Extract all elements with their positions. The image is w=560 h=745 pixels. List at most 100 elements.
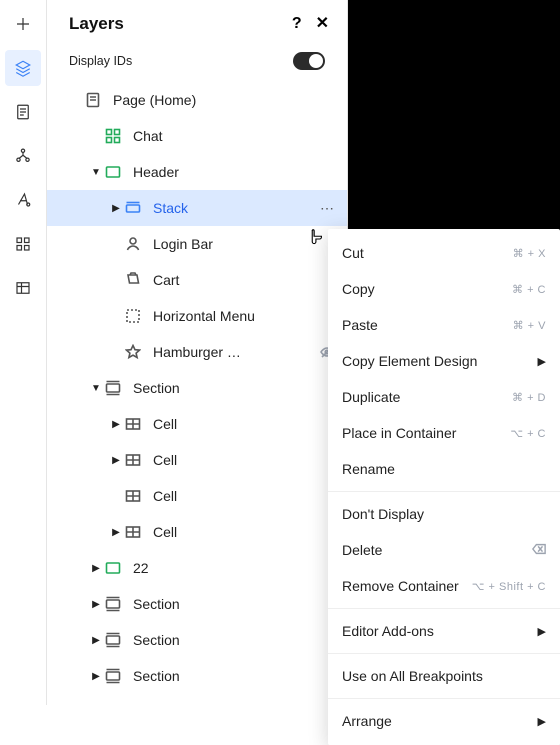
display-ids-toggle[interactable] xyxy=(293,52,325,70)
stack-icon xyxy=(125,200,141,216)
tree-label: Cell xyxy=(153,524,335,540)
tree-label: Login Bar xyxy=(153,236,335,252)
tree-row-section-3[interactable]: ▶ Section xyxy=(47,622,347,658)
tree-row-login-bar[interactable]: Login Bar xyxy=(47,226,347,262)
tree-row-cell-2[interactable]: ▶ Cell xyxy=(47,442,347,478)
panel-title: Layers xyxy=(69,14,124,34)
ctx-label: Paste xyxy=(342,317,378,333)
section-icon xyxy=(105,632,121,648)
tree-label: Cell xyxy=(153,416,335,432)
ctx-label: Delete xyxy=(342,542,382,558)
separator xyxy=(328,698,560,699)
expander[interactable]: ▶ xyxy=(89,563,103,574)
ctx-shortcut: ⌥ + Shift + C xyxy=(472,580,546,593)
separator xyxy=(328,653,560,654)
tree-row-22[interactable]: ▶ 22 xyxy=(47,550,347,586)
help-icon[interactable]: ? xyxy=(292,15,302,33)
display-ids-row: Display IDs xyxy=(47,44,347,78)
container-icon xyxy=(105,560,121,576)
connections-icon[interactable] xyxy=(5,138,41,174)
separator xyxy=(328,608,560,609)
apps-icon[interactable] xyxy=(5,226,41,262)
tree-row-hamburger[interactable]: Hamburger … xyxy=(47,334,347,370)
ctx-paste[interactable]: Paste ⌘ + V xyxy=(328,307,560,343)
ctx-duplicate[interactable]: Duplicate ⌘ + D xyxy=(328,379,560,415)
expander[interactable]: ▼ xyxy=(89,383,103,394)
expander[interactable]: ▶ xyxy=(109,527,123,538)
expander[interactable]: ▶ xyxy=(89,635,103,646)
expander[interactable]: ▼ xyxy=(89,167,103,178)
chevron-right-icon: ▶ xyxy=(538,625,546,638)
ctx-shortcut: ⌘ + D xyxy=(512,391,546,404)
tree-label: Section xyxy=(133,632,335,648)
ctx-label: Copy Element Design xyxy=(342,353,477,369)
tree-row-cell-4[interactable]: ▶ Cell xyxy=(47,514,347,550)
ctx-shortcut: ⌘ + X xyxy=(513,247,546,260)
tree-row-section-4[interactable]: ▶ Section xyxy=(47,658,347,694)
panel-header: Layers ? ✕ xyxy=(47,0,347,44)
tree-label: Cell xyxy=(153,488,335,504)
layers-panel: Layers ? ✕ Display IDs Page (Home) xyxy=(47,0,348,705)
tree-row-chat[interactable]: Chat xyxy=(47,118,347,154)
widget-icon xyxy=(105,128,121,144)
left-toolbar xyxy=(0,0,47,705)
row-actions-icon[interactable]: ⋯ xyxy=(320,200,335,217)
ctx-copy-design[interactable]: Copy Element Design ▶ xyxy=(328,343,560,379)
ctx-label: Remove Container xyxy=(342,578,459,594)
section-icon xyxy=(105,596,121,612)
tree-label: Page (Home) xyxy=(113,92,335,108)
expander[interactable]: ▶ xyxy=(109,419,123,430)
add-element-icon[interactable] xyxy=(5,6,41,42)
ctx-remove-container[interactable]: Remove Container ⌥ + Shift + C xyxy=(328,568,560,604)
ctx-rename[interactable]: Rename xyxy=(328,451,560,487)
ctx-delete[interactable]: Delete xyxy=(328,532,560,568)
ctx-editor-addons[interactable]: Editor Add-ons ▶ xyxy=(328,613,560,649)
expander[interactable]: ▶ xyxy=(109,455,123,466)
section-icon xyxy=(105,668,121,684)
menu-icon xyxy=(125,308,141,324)
cell-icon xyxy=(125,524,141,540)
tree-row-section-2[interactable]: ▶ Section xyxy=(47,586,347,622)
tree-row-header[interactable]: ▼ Header xyxy=(47,154,347,190)
tree-label: Section xyxy=(133,380,335,396)
tree-row-horizontal-menu[interactable]: Horizontal Menu xyxy=(47,298,347,334)
ctx-arrange[interactable]: Arrange ▶ xyxy=(328,703,560,739)
cms-icon[interactable] xyxy=(5,270,41,306)
ctx-label: Place in Container xyxy=(342,425,456,441)
tree-row-stack[interactable]: ▶ Stack ⋯ xyxy=(47,190,347,226)
tree-row-cell-1[interactable]: ▶ Cell xyxy=(47,406,347,442)
ctx-shortcut: ⌥ + C xyxy=(510,427,546,440)
ctx-dont-display[interactable]: Don't Display xyxy=(328,496,560,532)
section-icon xyxy=(105,380,121,396)
page-icon xyxy=(85,92,101,108)
ctx-label: Duplicate xyxy=(342,389,400,405)
tree-label: 22 xyxy=(133,560,335,576)
context-menu: Cut ⌘ + X Copy ⌘ + C Paste ⌘ + V Copy El… xyxy=(328,229,560,745)
layers-tool-icon[interactable] xyxy=(5,50,41,86)
cart-icon xyxy=(125,272,141,288)
expander[interactable]: ▶ xyxy=(109,203,123,214)
ctx-label: Editor Add-ons xyxy=(342,623,434,639)
ctx-label: Cut xyxy=(342,245,364,261)
tree-label: Cell xyxy=(153,452,335,468)
theme-icon[interactable] xyxy=(5,182,41,218)
tree-row-page[interactable]: Page (Home) xyxy=(47,82,347,118)
pages-icon[interactable] xyxy=(5,94,41,130)
tree-label: Header xyxy=(133,164,335,180)
star-icon xyxy=(125,344,141,360)
tree-row-cell-3[interactable]: Cell xyxy=(47,478,347,514)
close-icon[interactable]: ✕ xyxy=(316,16,329,32)
ctx-label: Don't Display xyxy=(342,506,424,522)
ctx-cut[interactable]: Cut ⌘ + X xyxy=(328,235,560,271)
ctx-use-all-breakpoints[interactable]: Use on All Breakpoints xyxy=(328,658,560,694)
expander[interactable]: ▶ xyxy=(89,671,103,682)
ctx-place-container[interactable]: Place in Container ⌥ + C xyxy=(328,415,560,451)
expander[interactable]: ▶ xyxy=(89,599,103,610)
tree-label: Horizontal Menu xyxy=(153,308,335,324)
tree-label: Stack xyxy=(153,200,320,216)
ctx-copy[interactable]: Copy ⌘ + C xyxy=(328,271,560,307)
ctx-label: Use on All Breakpoints xyxy=(342,668,483,684)
tree-row-section-1[interactable]: ▼ Section xyxy=(47,370,347,406)
tree-row-cart[interactable]: Cart xyxy=(47,262,347,298)
display-ids-label: Display IDs xyxy=(69,54,132,68)
